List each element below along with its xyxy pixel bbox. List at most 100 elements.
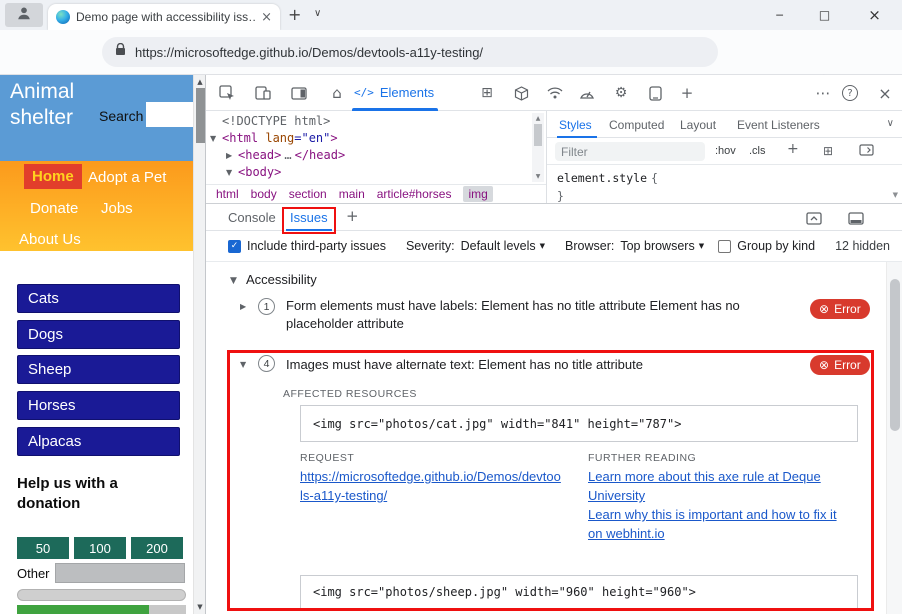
console-tab[interactable]: Console: [228, 210, 276, 225]
issues-scrollbar-thumb[interactable]: [890, 279, 900, 431]
home-tab-icon[interactable]: ⌂: [324, 80, 350, 106]
group-by-kind-checkbox[interactable]: [718, 240, 731, 253]
hidden-issues-count[interactable]: 12 hidden: [835, 239, 890, 253]
device-tab-icon[interactable]: [642, 80, 668, 106]
elements-tab[interactable]: </> Elements: [354, 75, 434, 109]
nav-item-home[interactable]: Home: [24, 164, 82, 189]
expand-arrow-icon[interactable]: ▼: [210, 131, 216, 147]
head-node[interactable]: ▶<head>…</head>: [238, 147, 345, 163]
toggle-hov-button[interactable]: :hov: [715, 145, 736, 157]
person-icon: [16, 5, 32, 26]
inspect-icon[interactable]: [214, 80, 240, 106]
severity-dropdown[interactable]: Default levels ▼: [461, 239, 545, 253]
check-icon: ✓: [231, 242, 239, 251]
scroll-down-icon[interactable]: ▼: [532, 173, 544, 180]
breadcrumb-main[interactable]: main: [339, 187, 365, 201]
include-third-party-checkbox[interactable]: ✓: [228, 240, 241, 253]
address-bar[interactable]: https://microsoftedge.github.io/Demos/de…: [102, 37, 718, 67]
issue-collapse-icon[interactable]: ▼: [240, 360, 246, 369]
tab-list-chevron-icon[interactable]: ∨: [314, 8, 321, 19]
expand-drawer-icon[interactable]: [804, 210, 824, 226]
donation-slider-track[interactable]: [17, 589, 186, 601]
section-collapse-icon[interactable]: ▼: [230, 276, 237, 286]
styles-scroll-down-icon[interactable]: ▼: [893, 191, 898, 199]
dock-drawer-icon[interactable]: [846, 210, 866, 226]
styles-filter-input[interactable]: [555, 142, 705, 161]
settings-gear-icon[interactable]: ⚙: [608, 80, 634, 106]
code-icon: </>: [354, 86, 374, 99]
more-tabs-button[interactable]: +: [674, 80, 700, 106]
issue-expand-icon[interactable]: ▶: [240, 302, 246, 311]
network-tab-icon[interactable]: [542, 80, 568, 106]
devtools-menu-icon[interactable]: ⋯: [810, 80, 836, 106]
accessibility-section-title[interactable]: Accessibility: [246, 272, 317, 287]
add-drawer-tab-button[interactable]: +: [346, 207, 359, 225]
computed-panel-icon[interactable]: [859, 144, 874, 159]
collapsed-content-ellipsis[interactable]: …: [284, 148, 291, 162]
toggle-cls-button[interactable]: .cls: [749, 145, 766, 157]
further-reading-link-webhint[interactable]: Learn why this is important and how to f…: [588, 505, 846, 543]
tree-scrollbar-thumb[interactable]: [534, 124, 542, 146]
category-button-alpacas[interactable]: Alpacas: [17, 427, 180, 456]
issue-title[interactable]: Images must have alternate text: Element…: [286, 356, 786, 374]
browser-tab[interactable]: Demo page with accessibility iss… ×: [48, 4, 280, 30]
request-link[interactable]: https://microsoftedge.github.io/Demos/de…: [300, 467, 562, 505]
tree-scrollbar[interactable]: ▲ ▼: [532, 113, 544, 182]
scroll-up-icon[interactable]: ▲: [532, 115, 544, 122]
site-nav: Home Adopt a Pet Donate Jobs About Us: [0, 161, 193, 251]
nav-item-adopt-a-pet[interactable]: Adopt a Pet: [88, 169, 166, 186]
tab-close-icon[interactable]: ×: [261, 10, 272, 25]
new-tab-button[interactable]: +: [288, 5, 301, 24]
breadcrumb-body[interactable]: body: [251, 187, 277, 201]
other-amount-input[interactable]: [55, 563, 185, 583]
breadcrumb-img-selected[interactable]: img: [463, 186, 492, 202]
issues-scrollbar[interactable]: [886, 262, 902, 614]
collapse-arrow-icon[interactable]: ▶: [226, 148, 232, 164]
issues-tab[interactable]: Issues: [290, 210, 328, 225]
devtools-close-button[interactable]: ×: [872, 80, 898, 106]
breadcrumb-article-horses[interactable]: article#horses: [377, 187, 452, 201]
tab-computed[interactable]: Computed: [609, 118, 664, 132]
breadcrumb-html[interactable]: html: [216, 187, 239, 201]
donation-amount-50[interactable]: 50: [17, 537, 69, 559]
app-grid-tab-icon[interactable]: ⊞: [474, 80, 500, 106]
nav-item-jobs[interactable]: Jobs: [101, 200, 133, 217]
browser-dropdown[interactable]: Top browsers ▼: [620, 239, 704, 253]
issue-title[interactable]: Form elements must have labels: Element …: [286, 297, 798, 333]
search-input[interactable]: [146, 102, 193, 127]
nav-item-donate[interactable]: Donate: [30, 200, 78, 217]
styles-tab-bar: Styles Computed Layout Event Listeners ∨: [547, 111, 902, 138]
donation-amount-100[interactable]: 100: [74, 537, 126, 559]
grid-overlay-icon[interactable]: ⊞: [823, 144, 833, 158]
error-badge: ⊗ Error: [810, 299, 870, 319]
category-button-horses[interactable]: Horses: [17, 391, 180, 420]
breadcrumb-section[interactable]: section: [289, 187, 327, 201]
expand-arrow-icon[interactable]: ▼: [226, 165, 232, 181]
body-node[interactable]: ▼<body>: [238, 164, 281, 180]
url-text: https://microsoftedge.github.io/Demos/de…: [135, 45, 483, 60]
more-tabs-chevron-icon[interactable]: ∨: [887, 118, 894, 129]
tab-styles[interactable]: Styles: [559, 118, 592, 132]
device-emulation-icon[interactable]: [250, 80, 276, 106]
nav-item-about-us[interactable]: About Us: [19, 231, 81, 248]
category-button-sheep[interactable]: Sheep: [17, 355, 180, 384]
donation-amount-200[interactable]: 200: [131, 537, 183, 559]
help-icon[interactable]: ?: [842, 85, 858, 101]
category-button-cats[interactable]: Cats: [17, 284, 180, 313]
new-style-rule-button[interactable]: +: [787, 141, 799, 157]
page-scrollbar-thumb[interactable]: [196, 88, 205, 143]
element-style-rule[interactable]: element.style{: [557, 171, 658, 185]
minimize-button[interactable]: ─: [757, 0, 802, 30]
profile-avatar[interactable]: [5, 3, 43, 27]
maximize-button[interactable]: □: [802, 0, 847, 30]
tab-layout[interactable]: Layout: [680, 118, 716, 132]
window-close-button[interactable]: ×: [847, 0, 902, 30]
html-node[interactable]: ▼<html lang="en">: [222, 130, 338, 146]
doctype-node[interactable]: <!DOCTYPE html>: [222, 113, 330, 129]
category-button-dogs[interactable]: Dogs: [17, 320, 180, 349]
further-reading-link-deque[interactable]: Learn more about this axe rule at Deque …: [588, 467, 846, 505]
tab-event-listeners[interactable]: Event Listeners: [737, 118, 820, 132]
performance-tab-icon[interactable]: [574, 80, 600, 106]
3d-view-tab-icon[interactable]: [508, 80, 534, 106]
dock-panel-icon[interactable]: [286, 80, 312, 106]
